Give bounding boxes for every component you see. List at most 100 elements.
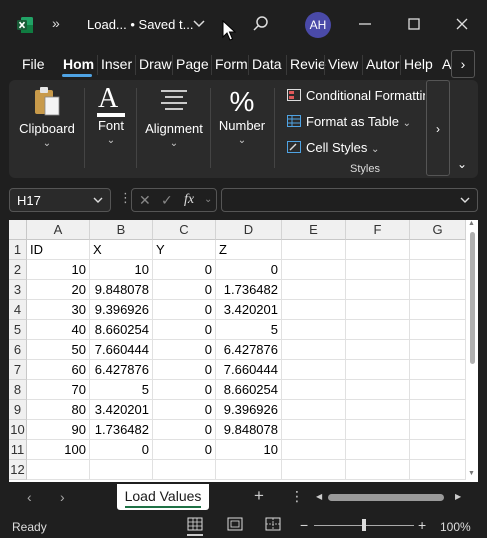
page-break-preview-icon[interactable] [262, 516, 284, 534]
user-avatar[interactable]: AH [305, 12, 331, 38]
sheet-options-icon[interactable]: ⋮ [290, 488, 304, 505]
zoom-out-button[interactable]: − [300, 517, 308, 533]
grid-cell[interactable] [346, 300, 410, 320]
grid-cell[interactable]: 0 [153, 360, 216, 380]
tab-formulas[interactable]: Form [215, 56, 248, 72]
column-header[interactable]: D [216, 220, 282, 240]
grid-cell[interactable]: 0 [153, 300, 216, 320]
grid-cell[interactable]: 90 [27, 420, 90, 440]
tab-draw[interactable]: Draw [139, 56, 172, 72]
tab-overflow[interactable]: A [442, 56, 451, 72]
grid-cell[interactable]: 60 [27, 360, 90, 380]
spreadsheet-grid[interactable]: A B C D E F G 1 ID X Y Z 2 10 10 0 0 3 20 9.848078 0 1.736482… [9, 220, 466, 482]
grid-cell[interactable]: 8.660254 [216, 380, 282, 400]
grid-cell[interactable]: 3.420201 [90, 400, 153, 420]
grid-cell[interactable]: 20 [27, 280, 90, 300]
grid-cell[interactable]: 0 [153, 320, 216, 340]
grid-cell[interactable]: 6.427876 [90, 360, 153, 380]
column-header[interactable]: C [153, 220, 216, 240]
grid-cell[interactable]: 9.848078 [90, 280, 153, 300]
grid-cell[interactable]: 9.396926 [216, 400, 282, 420]
search-icon[interactable] [251, 14, 271, 34]
grid-cell[interactable] [282, 320, 346, 340]
tabs-scroll-right-button[interactable]: › [451, 50, 475, 78]
row-header[interactable]: 7 [9, 360, 27, 380]
grid-cell[interactable]: 0 [153, 280, 216, 300]
cancel-entry-icon[interactable]: ✕ [139, 192, 151, 209]
tab-home[interactable]: Hom [63, 56, 94, 72]
grid-cell[interactable]: 10 [216, 440, 282, 460]
grid-cell[interactable] [346, 320, 410, 340]
tab-help[interactable]: Help [404, 56, 433, 72]
grid-cell[interactable] [346, 400, 410, 420]
conditional-formatting-button[interactable]: Conditional Formatting [287, 88, 425, 103]
grid-cell[interactable]: 0 [153, 400, 216, 420]
grid-cell[interactable]: 9.848078 [216, 420, 282, 440]
grid-cell[interactable]: 30 [27, 300, 90, 320]
tab-review[interactable]: Revie [290, 56, 326, 72]
grid-cell[interactable]: 5 [90, 380, 153, 400]
grid-cell[interactable] [346, 260, 410, 280]
grid-cell[interactable]: 0 [153, 420, 216, 440]
document-title[interactable]: Load... • Saved t... [87, 17, 193, 32]
tab-insert[interactable]: Inser [101, 56, 132, 72]
row-header[interactable]: 4 [9, 300, 27, 320]
row-header[interactable]: 8 [9, 380, 27, 400]
row-header[interactable]: 2 [9, 260, 27, 280]
grid-cell[interactable] [410, 440, 466, 460]
vertical-scroll-thumb[interactable] [470, 232, 475, 364]
grid-cell[interactable] [90, 460, 153, 480]
grid-cell[interactable]: 7.660444 [216, 360, 282, 380]
grid-cell[interactable] [282, 340, 346, 360]
grid-cell[interactable] [346, 280, 410, 300]
grid-cell[interactable] [27, 460, 90, 480]
chevron-down-icon[interactable] [192, 14, 206, 34]
row-header[interactable]: 5 [9, 320, 27, 340]
grid-cell[interactable]: 9.396926 [90, 300, 153, 320]
grid-cell[interactable] [410, 460, 466, 480]
row-header[interactable]: 6 [9, 340, 27, 360]
scroll-down-icon[interactable]: ▼ [468, 470, 475, 477]
grid-cell[interactable]: 0 [153, 260, 216, 280]
grid-cell[interactable]: 7.660444 [90, 340, 153, 360]
grid-cell[interactable] [282, 400, 346, 420]
grid-cell[interactable]: 0 [153, 340, 216, 360]
grid-cell[interactable] [282, 300, 346, 320]
confirm-entry-icon[interactable]: ✓ [161, 192, 173, 209]
vertical-scrollbar[interactable]: ▲ ▼ [466, 220, 478, 482]
previous-sheet-icon[interactable]: ‹ [27, 489, 32, 505]
chevron-down-icon[interactable]: ⌄ [204, 194, 212, 205]
column-header[interactable]: B [90, 220, 153, 240]
grid-cell[interactable] [410, 380, 466, 400]
grid-cell[interactable] [282, 380, 346, 400]
grid-cell[interactable]: 1.736482 [90, 420, 153, 440]
grid-cell[interactable]: 40 [27, 320, 90, 340]
grid-cell[interactable]: 0 [153, 380, 216, 400]
row-header[interactable]: 9 [9, 400, 27, 420]
alignment-button[interactable]: Alignment ⌄ [142, 86, 206, 149]
row-header[interactable]: 12 [9, 460, 27, 480]
grid-cell[interactable] [153, 460, 216, 480]
grid-cell[interactable] [346, 380, 410, 400]
grid-cell[interactable]: 10 [90, 260, 153, 280]
grid-cell[interactable] [346, 340, 410, 360]
grid-cell[interactable] [216, 460, 282, 480]
add-sheet-button[interactable]: + [254, 486, 264, 506]
grid-cell[interactable] [410, 340, 466, 360]
grid-cell[interactable] [282, 280, 346, 300]
grid-cell[interactable]: X [90, 240, 153, 260]
grid-cell[interactable]: 50 [27, 340, 90, 360]
grid-cell[interactable]: 6.427876 [216, 340, 282, 360]
number-button[interactable]: % Number ⌄ [214, 86, 270, 146]
grid-cell[interactable]: 0 [153, 440, 216, 460]
grid-cell[interactable] [282, 440, 346, 460]
grid-cell[interactable]: 80 [27, 400, 90, 420]
grid-cell[interactable] [410, 300, 466, 320]
normal-view-icon[interactable] [184, 516, 206, 534]
select-all-corner[interactable] [9, 220, 27, 240]
minimize-icon[interactable] [353, 12, 377, 36]
grid-cell[interactable] [346, 240, 410, 260]
grid-cell[interactable]: 5 [216, 320, 282, 340]
zoom-slider-thumb[interactable] [362, 519, 366, 531]
grid-cell[interactable]: 3.420201 [216, 300, 282, 320]
